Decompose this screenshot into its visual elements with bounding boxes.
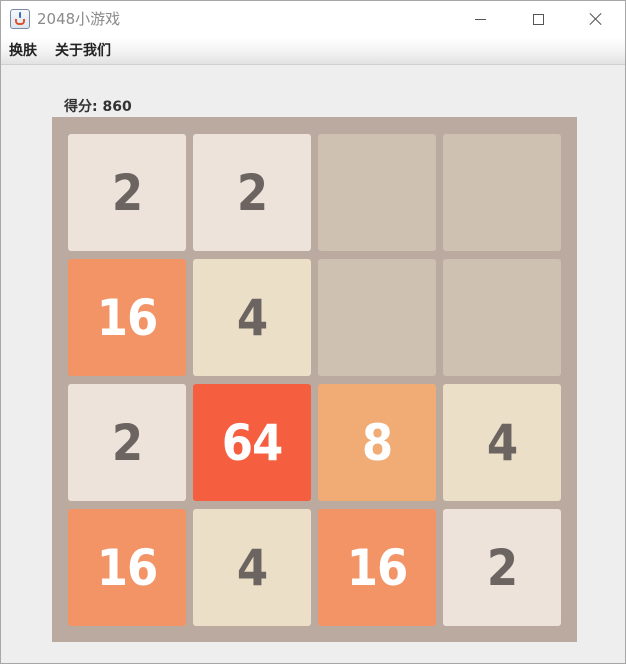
menu-bar: 换肤 关于我们 bbox=[1, 37, 625, 65]
java-app-icon bbox=[10, 9, 30, 29]
menu-about-us[interactable]: 关于我们 bbox=[55, 41, 111, 61]
tile-4: 4 bbox=[193, 509, 311, 626]
game-board[interactable]: 2 2 16 4 2 64 8 4 16 4 16 2 bbox=[52, 117, 577, 642]
tile-16: 16 bbox=[68, 509, 186, 626]
title-bar[interactable]: 2048小游戏 bbox=[1, 1, 625, 37]
empty-cell bbox=[318, 259, 436, 376]
menu-change-skin[interactable]: 换肤 bbox=[9, 41, 37, 61]
minimize-icon bbox=[474, 18, 486, 20]
close-button[interactable] bbox=[567, 1, 625, 37]
maximize-icon bbox=[532, 13, 544, 25]
tile-16: 16 bbox=[68, 259, 186, 376]
tile-2: 2 bbox=[68, 134, 186, 251]
window-title: 2048小游戏 bbox=[37, 10, 121, 28]
tile-64: 64 bbox=[193, 384, 311, 501]
tile-8: 8 bbox=[318, 384, 436, 501]
empty-cell bbox=[443, 134, 561, 251]
tile-16: 16 bbox=[318, 509, 436, 626]
empty-cell bbox=[318, 134, 436, 251]
score-label: 得分: 860 bbox=[64, 99, 132, 115]
tile-2: 2 bbox=[443, 509, 561, 626]
tile-2: 2 bbox=[68, 384, 186, 501]
maximize-button[interactable] bbox=[509, 1, 567, 37]
tile-4: 4 bbox=[443, 384, 561, 501]
game-window: 2048小游戏 换肤 关于我们 得分: 860 2 2 16 4 2 64 8 4 16 4 16 2 bbox=[0, 0, 626, 664]
tile-4: 4 bbox=[193, 259, 311, 376]
empty-cell bbox=[443, 259, 561, 376]
close-icon bbox=[589, 12, 603, 26]
minimize-button[interactable] bbox=[451, 1, 509, 37]
tile-2: 2 bbox=[193, 134, 311, 251]
